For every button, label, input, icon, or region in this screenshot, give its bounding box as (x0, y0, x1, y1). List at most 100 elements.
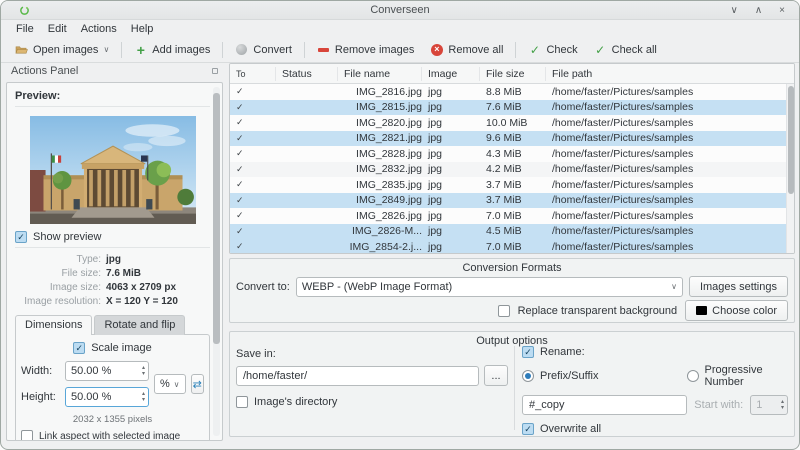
titlebar[interactable]: Converseen ∨ ∧ × (1, 1, 799, 20)
table-scrollbar[interactable] (786, 84, 794, 253)
choose-color-button[interactable]: Choose color (685, 300, 788, 321)
row-checkbox[interactable]: ✓ (230, 133, 276, 144)
actions-panel-title: Actions Panel (11, 65, 79, 77)
remove-all-button[interactable]: × Remove all (422, 40, 511, 59)
row-checkbox[interactable]: ✓ (230, 148, 276, 159)
table-row[interactable]: ✓ IMG_2826-M... jpg 4.5 MiB /home/faster… (230, 223, 786, 239)
actions-panel-header[interactable]: Actions Panel (5, 65, 224, 81)
row-checkbox[interactable]: ✓ (230, 102, 276, 113)
table-row[interactable]: ✓ IMG_2849.jpg jpg 3.7 MiB /home/faster/… (230, 192, 786, 208)
col-status[interactable]: Status (276, 66, 338, 81)
save-path-input[interactable] (236, 365, 479, 386)
replace-bg-label: Replace transparent background (517, 304, 678, 317)
prefix-suffix-label: Prefix/Suffix (540, 370, 599, 382)
table-scrollbar-thumb[interactable] (788, 86, 794, 194)
tab-dimensions[interactable]: Dimensions (15, 315, 93, 335)
check-label: Check (546, 43, 578, 56)
menu-actions[interactable]: Actions (74, 22, 124, 36)
rename-checkbox[interactable]: ✓ (522, 346, 534, 358)
width-spinbox[interactable]: ▴▾ (65, 361, 149, 381)
images-directory-label: Image's directory (254, 396, 338, 408)
convert-button[interactable]: Convert (227, 40, 300, 59)
row-checkbox[interactable]: ✓ (230, 210, 276, 221)
table-row[interactable]: ✓ IMG_2832.jpg jpg 4.2 MiB /home/faster/… (230, 161, 786, 177)
row-file-name: IMG_2854-2.j... (349, 240, 422, 253)
panel-scrollbar-thumb[interactable] (213, 93, 220, 345)
row-file-path: /home/faster/Pictures/samples (552, 85, 694, 98)
images-settings-button[interactable]: Images settings (688, 276, 788, 297)
progressive-number-radio[interactable] (686, 370, 699, 382)
tab-rotate-flip[interactable]: Rotate and flip (94, 315, 186, 335)
prefix-suffix-option: Prefix/Suffix (522, 370, 599, 382)
type-value: jpg (106, 254, 121, 265)
table-row[interactable]: ✓ IMG_2828.jpg jpg 4.3 MiB /home/faster/… (230, 146, 786, 162)
row-checkbox[interactable]: ✓ (230, 241, 276, 252)
row-checkbox[interactable]: ✓ (230, 164, 276, 175)
panel-scrollbar[interactable] (213, 87, 220, 436)
start-with-spinbox[interactable]: ▴▾ (750, 395, 788, 415)
table-row[interactable]: ✓ IMG_2816.jpg jpg 8.8 MiB /home/faster/… (230, 84, 786, 100)
menu-edit[interactable]: Edit (41, 22, 74, 36)
row-image-type: jpg (428, 240, 443, 253)
width-input[interactable] (66, 365, 126, 377)
unit-combobox[interactable]: % ∨ (154, 374, 186, 394)
table-row[interactable]: ✓ IMG_2821.jpg jpg 9.6 MiB /home/faster/… (230, 130, 786, 146)
remove-images-button[interactable]: Remove images (309, 40, 422, 59)
col-file-path[interactable]: File path (546, 67, 794, 81)
save-in-label: Save in: (236, 348, 276, 360)
browse-button[interactable]: ... (484, 365, 508, 386)
row-checkbox[interactable]: ✓ (230, 226, 276, 237)
check-all-button[interactable]: ✓ Check all (586, 40, 665, 59)
row-file-size: 4.2 MiB (486, 163, 522, 176)
row-checkbox[interactable]: ✓ (230, 179, 276, 190)
row-image-type: jpg (428, 132, 443, 145)
table-row[interactable]: ✓ IMG_2826.jpg jpg 7.0 MiB /home/faster/… (230, 208, 786, 224)
add-images-button[interactable]: + Add images (126, 40, 218, 59)
row-checkbox[interactable]: ✓ (230, 195, 276, 206)
menu-file[interactable]: File (9, 22, 41, 36)
pattern-input[interactable] (522, 395, 688, 415)
format-value: WEBP - (WebP Image Format) (301, 280, 453, 293)
col-image-type[interactable]: Image type (422, 66, 480, 94)
prefix-suffix-radio[interactable] (522, 370, 534, 382)
show-preview-checkbox[interactable]: ✓ (15, 231, 27, 243)
overwrite-all-checkbox[interactable]: ✓ (522, 423, 534, 435)
table-row[interactable]: ✓ IMG_2854-2.j... jpg 7.0 MiB /home/fast… (230, 239, 786, 253)
col-file-name[interactable]: File name (338, 66, 422, 81)
open-images-button[interactable]: Open images ∨ (7, 40, 117, 59)
format-combobox[interactable]: WEBP - (WebP Image Format) ∨ (295, 276, 683, 297)
remove-minus-icon (317, 43, 330, 56)
col-to-convert[interactable]: To convert (230, 66, 276, 93)
maximize-button[interactable]: ∧ (755, 5, 762, 16)
start-with-input[interactable] (751, 399, 778, 411)
row-file-name: IMG_2828.jpg (356, 147, 422, 160)
panel-tabs: Dimensions Rotate and flip (15, 315, 210, 335)
unit-chevron-icon: ∨ (173, 379, 180, 389)
replace-bg-checkbox[interactable] (497, 304, 510, 317)
row-image-type: jpg (428, 225, 443, 238)
images-directory-checkbox[interactable] (236, 396, 248, 408)
height-spinbox[interactable]: ▴▾ (65, 387, 149, 407)
row-checkbox[interactable]: ✓ (230, 86, 276, 97)
menu-help[interactable]: Help (124, 22, 161, 36)
table-row[interactable]: ✓ IMG_2815.jpg jpg 7.6 MiB /home/faster/… (230, 99, 786, 115)
width-spin-arrows[interactable]: ▴ ▾ (142, 365, 148, 377)
close-button[interactable]: × (779, 5, 785, 16)
start-with-spin-arrows[interactable]: ▴ ▾ (781, 399, 787, 411)
table-row[interactable]: ✓ IMG_2835.jpg jpg 3.7 MiB /home/faster/… (230, 177, 786, 193)
row-checkbox[interactable]: ✓ (230, 117, 276, 128)
start-with-label: Start with: (694, 399, 744, 411)
open-images-dropdown-icon[interactable]: ∨ (103, 45, 109, 54)
window-title: Converseen (370, 4, 430, 16)
minimize-button[interactable]: ∨ (731, 5, 738, 16)
swap-dimensions-button[interactable]: ⇄ (190, 374, 204, 394)
dock-float-icon[interactable] (212, 68, 218, 74)
scale-image-checkbox[interactable]: ✓ (73, 342, 86, 354)
file-size-value: 7.6 MiB (106, 268, 142, 279)
height-spin-arrows[interactable]: ▴ ▾ (142, 391, 148, 403)
check-button[interactable]: ✓ Check (520, 40, 585, 59)
table-row[interactable]: ✓ IMG_2820.jpg jpg 10.0 MiB /home/faster… (230, 115, 786, 131)
height-input[interactable] (66, 391, 126, 403)
row-file-name: IMG_2815.jpg (356, 101, 422, 114)
col-file-size[interactable]: File size (480, 66, 546, 81)
